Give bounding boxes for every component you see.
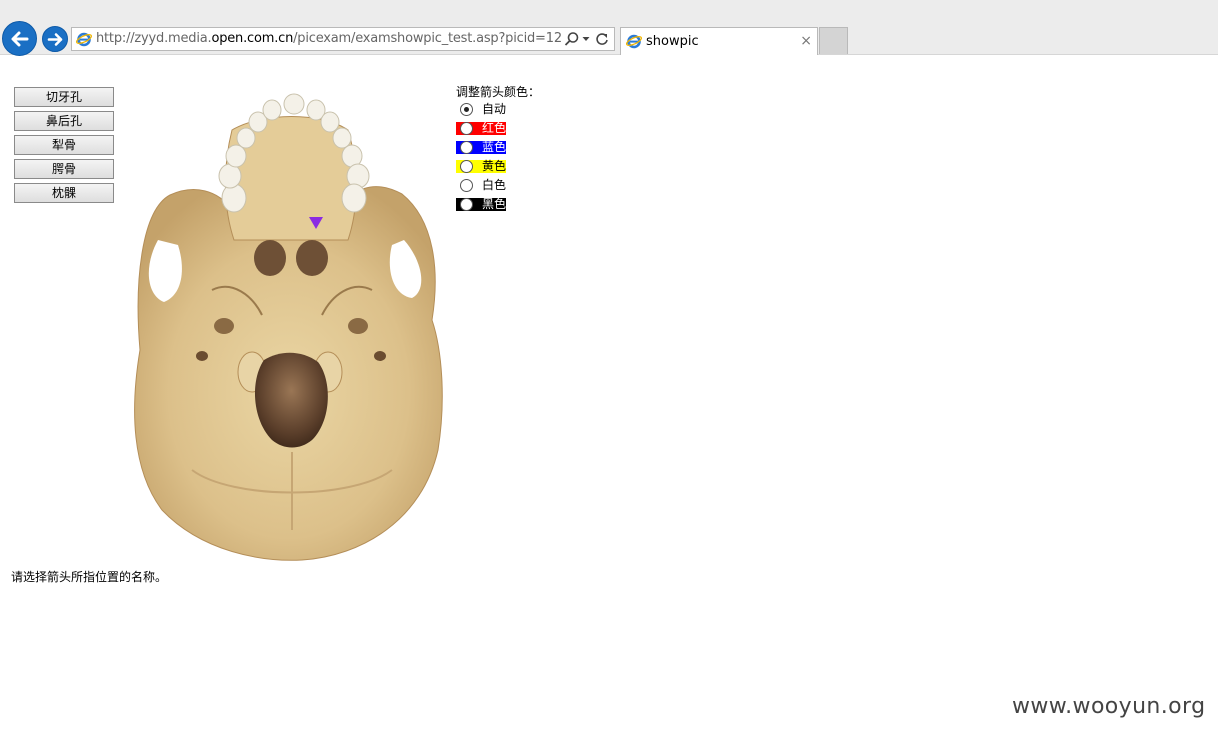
address-bar[interactable]: http://zyyd.media.open.com.cn/picexam/ex… [71,27,615,51]
color-option-black[interactable]: 黑色 [456,195,576,214]
ie-logo-icon [76,32,92,47]
arrow-right-icon [47,33,63,46]
answer-options: 切牙孔 鼻后孔 犁骨 腭骨 枕髁 [14,87,114,207]
color-radio[interactable] [460,122,473,135]
option-button-choanae[interactable]: 鼻后孔 [14,111,114,131]
forward-button[interactable] [42,26,68,52]
color-option-auto[interactable]: 自动 [456,100,576,119]
option-button-incisive-foramen[interactable]: 切牙孔 [14,87,114,107]
watermark: www.wooyun.org [1012,694,1206,719]
color-radio[interactable] [460,179,473,192]
color-radio[interactable] [460,103,473,116]
color-label: 蓝色 [482,140,507,154]
close-icon[interactable]: × [800,33,812,49]
color-label: 红色 [482,121,507,135]
color-radio[interactable] [460,160,473,173]
url-text: http://zyyd.media.open.com.cn/picexam/ex… [96,31,562,46]
color-radio[interactable] [460,141,473,154]
new-tab-button[interactable] [819,27,848,54]
tab-showpic[interactable]: showpic × [620,27,818,55]
browser-chrome: http://zyyd.media.open.com.cn/picexam/ex… [0,0,1218,56]
color-option-red[interactable]: 红色 [456,119,576,138]
refresh-icon[interactable] [594,31,610,50]
color-label: 自动 [482,102,507,116]
color-option-yellow[interactable]: 黄色 [456,157,576,176]
tab-title: showpic [646,34,699,49]
option-button-vomer[interactable]: 犁骨 [14,135,114,155]
back-button[interactable] [2,21,37,56]
arrow-color-panel: 调整箭头颜色： 自动 红色 蓝色 黄色 白色 黑色 [456,84,576,214]
color-panel-title: 调整箭头颜色： [456,85,541,99]
option-button-palatine-bone[interactable]: 腭骨 [14,159,114,179]
address-tools [564,31,610,47]
ie-logo-icon [626,34,642,49]
color-radio[interactable] [460,198,473,211]
color-label: 白色 [482,178,507,192]
color-label: 黑色 [482,197,507,211]
color-label: 黄色 [482,159,507,173]
question-prompt: 请选择箭头所指位置的名称。 [11,570,168,584]
search-icon[interactable] [564,31,580,50]
color-option-white[interactable]: 白色 [456,176,576,195]
arrow-left-icon [11,31,29,47]
option-button-occipital-condyle[interactable]: 枕髁 [14,183,114,203]
color-option-blue[interactable]: 蓝色 [456,138,576,157]
chevron-down-icon[interactable] [582,31,590,50]
skull-image [134,93,443,561]
arrow-marker-icon [309,217,323,229]
